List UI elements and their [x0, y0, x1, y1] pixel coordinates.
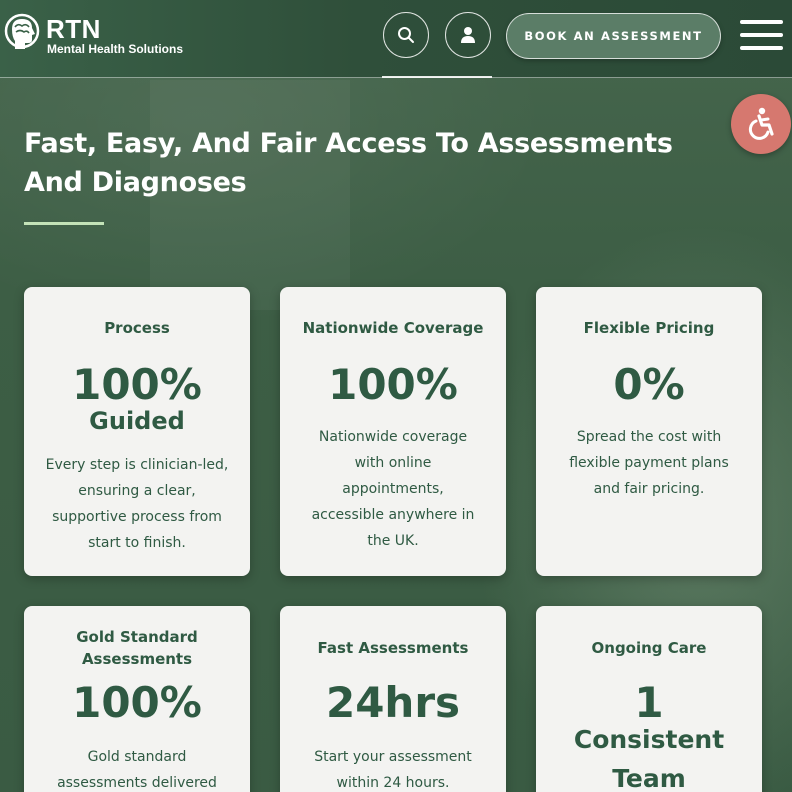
logo-tagline: Mental Health Solutions: [47, 42, 184, 56]
card-ongoing-care: Ongoing Care 1 Consistent Team: [536, 606, 762, 792]
site-header: RTN Mental Health Solutions BOOK AN ASSE…: [0, 0, 792, 78]
search-button[interactable]: [383, 12, 429, 58]
logo-wordmark: RTN: [46, 14, 101, 44]
card-title: Process: [104, 319, 170, 337]
account-button[interactable]: [445, 12, 491, 58]
card-nationwide-coverage: Nationwide Coverage 100% Nationwide cove…: [280, 287, 506, 576]
card-title: Nationwide Coverage: [302, 319, 484, 337]
card-stat: 0%: [613, 360, 685, 409]
card-stat: 24hrs: [325, 678, 461, 727]
card-description: Nationwide coverage with online appointm…: [311, 429, 475, 549]
card-stat-sub: Team: [612, 764, 686, 792]
title-underline: [24, 222, 104, 225]
card-fast-assessments: Fast Assessments 24hrs Start your assess…: [280, 606, 506, 792]
hamburger-menu-icon[interactable]: [740, 20, 784, 52]
card-process: Process 100% Guided Every step is clinic…: [24, 287, 250, 576]
search-icon: [398, 27, 414, 43]
card-gold-standard: Gold Standard Assessments 100% Gold stan…: [24, 606, 250, 792]
nav-active-indicator: [382, 76, 492, 78]
card-title: Fast Assessments: [317, 639, 469, 657]
brain-head-logo-icon: [4, 13, 40, 49]
card-stat: 100%: [72, 678, 202, 727]
card-stat: 100%: [328, 360, 458, 409]
user-icon: [461, 27, 475, 43]
logo[interactable]: RTN Mental Health Solutions: [4, 13, 204, 63]
card-description: Spread the cost with flexible payment pl…: [569, 429, 729, 497]
card-stat-sub: Guided: [89, 407, 185, 435]
card-description: Start your assessment within 24 hours.: [314, 749, 472, 791]
wheelchair-accessibility-icon: [748, 107, 774, 140]
card-description: Gold standard assessments delivered: [57, 749, 217, 791]
card-description: Every step is clinician-led, ensuring a …: [45, 457, 229, 551]
card-title: Ongoing Care: [591, 639, 707, 657]
menu-bar: [740, 33, 783, 37]
page-title: Fast, Easy, And Fair Access To Assessmen…: [24, 128, 673, 198]
book-assessment-button[interactable]: BOOK AN ASSESSMENT: [506, 13, 721, 59]
card-flexible-pricing: Flexible Pricing 0% Spread the cost with…: [536, 287, 762, 576]
menu-bar: [740, 46, 783, 50]
card-title: Gold Standard Assessments: [76, 628, 198, 668]
card-title: Flexible Pricing: [583, 319, 715, 337]
card-stat-sub: Consistent: [573, 725, 725, 754]
accessibility-button[interactable]: [731, 94, 791, 154]
menu-bar: [740, 20, 783, 24]
